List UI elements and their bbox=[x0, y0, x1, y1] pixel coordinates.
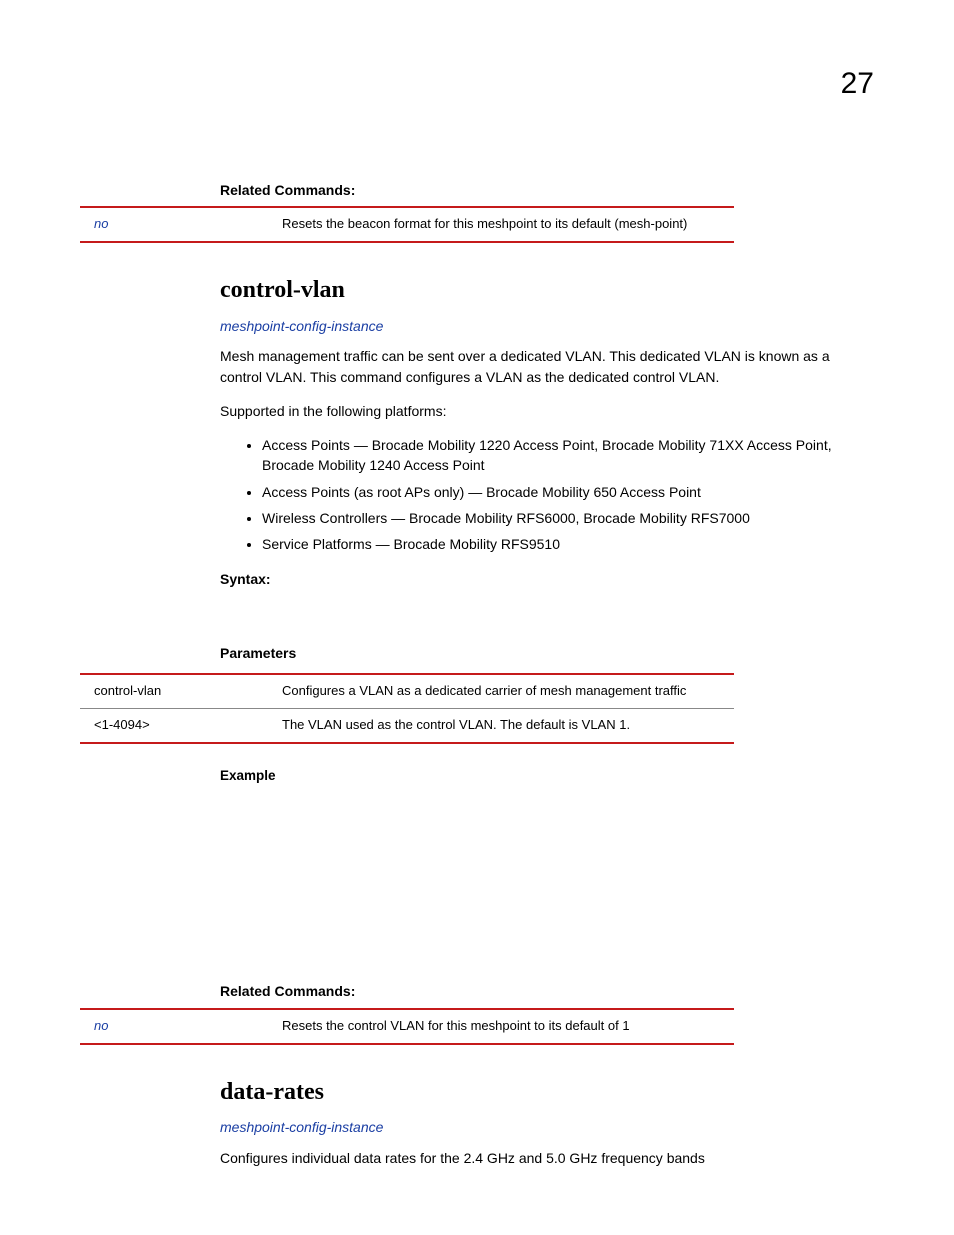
related-commands-table: no Resets the control VLAN for this mesh… bbox=[80, 1008, 734, 1045]
intro-paragraph: Mesh management traffic can be sent over… bbox=[220, 346, 874, 387]
syntax-gap bbox=[220, 599, 874, 629]
parameters-table: control-vlan Configures a VLAN as a dedi… bbox=[80, 673, 734, 744]
list-item: Wireless Controllers — Brocade Mobility … bbox=[262, 508, 874, 528]
related-commands-heading: Related Commands: bbox=[220, 981, 874, 1001]
page: 27 Related Commands: no Resets the beaco… bbox=[0, 0, 954, 1235]
page-number: 27 bbox=[841, 62, 874, 106]
table-row: no Resets the beacon format for this mes… bbox=[80, 207, 734, 242]
breadcrumb-link[interactable]: meshpoint-config-instance bbox=[220, 316, 874, 336]
example-heading: Example bbox=[220, 766, 874, 786]
section-title-data-rates: data-rates bbox=[220, 1075, 874, 1110]
param-desc: The VLAN used as the control VLAN. The d… bbox=[268, 709, 734, 743]
list-item: Access Points (as root APs only) — Broca… bbox=[262, 482, 874, 502]
param-name: control-vlan bbox=[80, 674, 268, 708]
supported-platforms-list: Access Points — Brocade Mobility 1220 Ac… bbox=[220, 435, 874, 554]
parameters-heading: Parameters bbox=[220, 643, 874, 663]
list-item: Service Platforms — Brocade Mobility RFS… bbox=[262, 534, 874, 554]
section-title-control-vlan: control-vlan bbox=[220, 273, 874, 308]
related-commands-table: no Resets the beacon format for this mes… bbox=[80, 206, 734, 243]
table-row: <1-4094> The VLAN used as the control VL… bbox=[80, 709, 734, 743]
page-content: Related Commands: no Resets the beacon f… bbox=[220, 180, 874, 1168]
example-gap bbox=[220, 795, 874, 975]
command-desc: Resets the beacon format for this meshpo… bbox=[268, 207, 734, 242]
table-row: no Resets the control VLAN for this mesh… bbox=[80, 1009, 734, 1044]
supported-platforms-heading: Supported in the following platforms: bbox=[220, 401, 874, 421]
related-commands-heading: Related Commands: bbox=[220, 180, 874, 200]
list-item: Access Points — Brocade Mobility 1220 Ac… bbox=[262, 435, 874, 476]
param-desc: Configures a VLAN as a dedicated carrier… bbox=[268, 674, 734, 708]
syntax-heading: Syntax: bbox=[220, 569, 874, 589]
command-link-no[interactable]: no bbox=[94, 216, 108, 231]
breadcrumb-link[interactable]: meshpoint-config-instance bbox=[220, 1117, 874, 1137]
intro-paragraph: Configures individual data rates for the… bbox=[220, 1148, 874, 1168]
command-link-no[interactable]: no bbox=[94, 1018, 108, 1033]
table-row: control-vlan Configures a VLAN as a dedi… bbox=[80, 674, 734, 708]
command-desc: Resets the control VLAN for this meshpoi… bbox=[268, 1009, 734, 1044]
param-name: <1-4094> bbox=[80, 709, 268, 743]
